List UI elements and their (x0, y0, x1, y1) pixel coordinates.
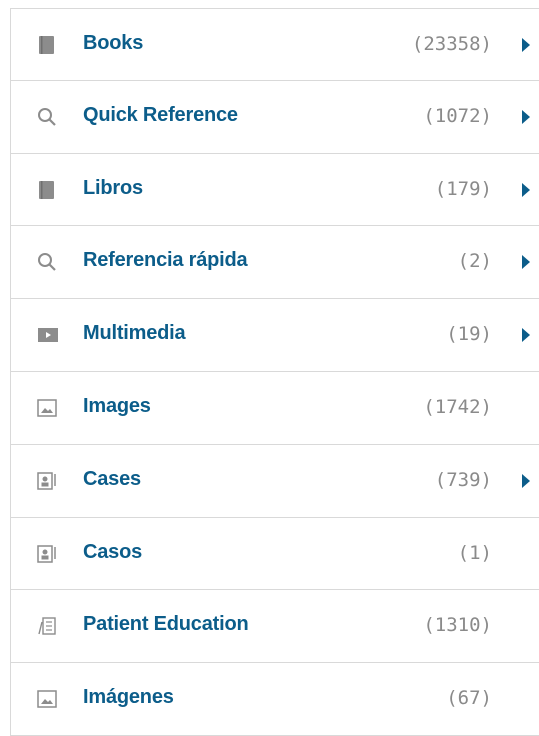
item-count: (19) (446, 323, 492, 346)
item-label: Multimedia (83, 322, 186, 345)
item-label: Images (83, 394, 151, 417)
list-item-libros[interactable]: Libros (179) (11, 154, 539, 227)
item-label: Cases (83, 467, 141, 490)
book-icon (37, 180, 57, 200)
item-count: (67) (446, 687, 492, 710)
video-icon (37, 325, 58, 345)
item-label: Referencia rápida (83, 249, 248, 272)
list-item-multimedia[interactable]: Multimedia (19) (11, 299, 539, 372)
list-item-casos[interactable]: Casos (1) (11, 518, 539, 591)
list-item-books[interactable]: Books (23358) (11, 8, 539, 81)
expand-arrow-icon[interactable] (522, 328, 530, 343)
item-count: (2) (457, 250, 492, 273)
item-count: (1310) (423, 614, 492, 637)
list-item-quick-reference[interactable]: Quick Reference (1072) (11, 81, 539, 154)
expand-arrow-icon[interactable] (522, 182, 530, 197)
item-count: (23358) (411, 33, 492, 55)
list-item-images[interactable]: Images (1742) (11, 372, 539, 445)
image-icon (37, 398, 57, 418)
item-label: Quick Reference (83, 103, 238, 126)
list-item-cases[interactable]: Cases (739) (11, 445, 539, 518)
expand-arrow-icon[interactable] (522, 255, 530, 270)
item-label: Patient Education (83, 613, 249, 636)
item-label: Books (83, 32, 144, 54)
item-label: Libros (83, 176, 143, 199)
expand-arrow-icon[interactable] (522, 473, 530, 488)
item-count: (1072) (423, 104, 492, 127)
item-count: (179) (434, 177, 492, 200)
item-count: (739) (434, 468, 492, 491)
patient-education-icon (37, 616, 57, 636)
book-icon (37, 35, 57, 55)
content-type-list: Books (23358) Quick Reference (1072) Lib… (10, 8, 539, 736)
image-icon (37, 689, 57, 709)
item-label: Imágenes (83, 686, 174, 709)
expand-arrow-icon[interactable] (522, 38, 530, 52)
list-item-referencia-rapida[interactable]: Referencia rápida (2) (11, 226, 539, 300)
list-item-imagenes[interactable]: Imágenes (67) (11, 663, 539, 736)
expand-arrow-icon[interactable] (522, 109, 530, 124)
case-icon (37, 471, 57, 491)
list-item-patient-education[interactable]: Patient Education (1310) (11, 590, 539, 664)
search-icon (37, 107, 57, 127)
item-count: (1) (457, 541, 492, 564)
search-icon (37, 252, 57, 272)
item-count: (1742) (423, 395, 492, 418)
item-label: Casos (83, 540, 143, 563)
case-icon (37, 544, 57, 564)
